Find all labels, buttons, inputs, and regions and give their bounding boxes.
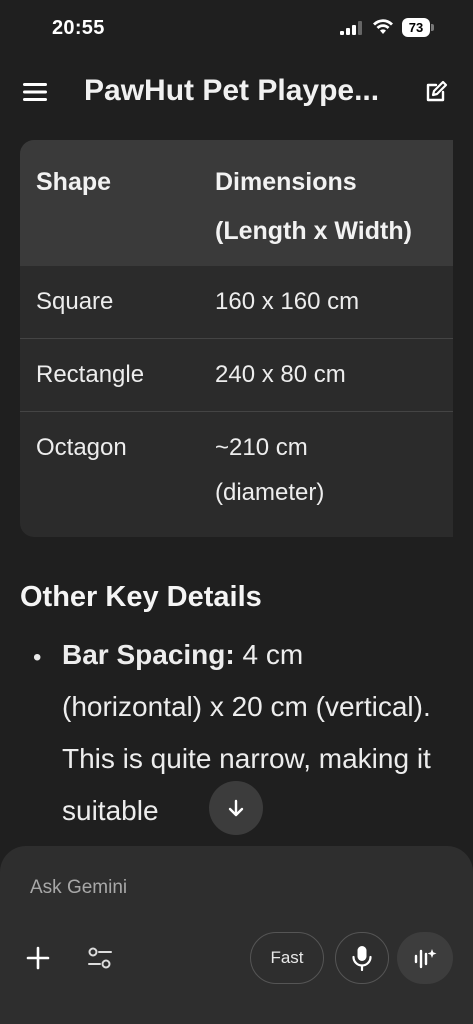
app-header: PawHut Pet Plaype... xyxy=(0,60,473,124)
signal-icon xyxy=(340,21,362,35)
dimensions-table: Shape Dimensions (Length x Width) Square… xyxy=(20,140,453,537)
table-cell-dimension: ~210 cm xyxy=(215,434,308,461)
menu-icon[interactable] xyxy=(22,81,48,103)
plus-icon[interactable] xyxy=(24,944,52,972)
mic-icon xyxy=(352,946,372,971)
table-cell-dimension: 160 x 160 cm xyxy=(215,288,360,315)
table-row: Octagon ~210 cm (diameter) xyxy=(20,411,453,537)
section-title: Other Key Details xyxy=(20,581,262,613)
battery-level: 73 xyxy=(402,18,430,37)
table-header-dimensions: Dimensions xyxy=(215,168,357,196)
scroll-down-button[interactable] xyxy=(209,781,263,835)
table-row: Rectangle 240 x 80 cm xyxy=(20,338,453,412)
arrow-down-icon xyxy=(228,799,244,817)
status-bar: 20:55 73 xyxy=(0,0,473,58)
table-row: Square 160 x 160 cm xyxy=(20,266,453,338)
battery-icon: 73 xyxy=(402,18,434,37)
table-cell-shape: Octagon xyxy=(36,434,127,461)
bullet-label: Bar Spacing: xyxy=(62,639,235,670)
mode-fast-button[interactable]: Fast xyxy=(250,932,324,984)
tune-icon[interactable] xyxy=(86,945,114,971)
edit-icon[interactable] xyxy=(424,80,448,104)
table-cell-shape: Rectangle xyxy=(36,361,145,388)
page-title: PawHut Pet Plaype... xyxy=(84,74,380,107)
table-cell-dimension: 240 x 80 cm xyxy=(215,361,346,388)
live-icon xyxy=(414,949,437,969)
table-header-shape: Shape xyxy=(36,168,112,196)
table-header-row: Shape Dimensions (Length x Width) xyxy=(20,140,453,266)
status-time: 20:55 xyxy=(52,17,105,39)
table-cell-shape: Square xyxy=(36,288,114,315)
live-button[interactable] xyxy=(397,932,453,984)
mic-button[interactable] xyxy=(335,932,389,984)
table-cell-dimension-note: (diameter) xyxy=(215,479,325,506)
composer: Fast xyxy=(0,846,473,1024)
bullet-marker: • xyxy=(33,644,42,671)
wifi-icon xyxy=(373,19,393,34)
ask-gemini-input[interactable] xyxy=(30,876,410,900)
table-header-dimensions-sub: (Length x Width) xyxy=(215,217,412,245)
